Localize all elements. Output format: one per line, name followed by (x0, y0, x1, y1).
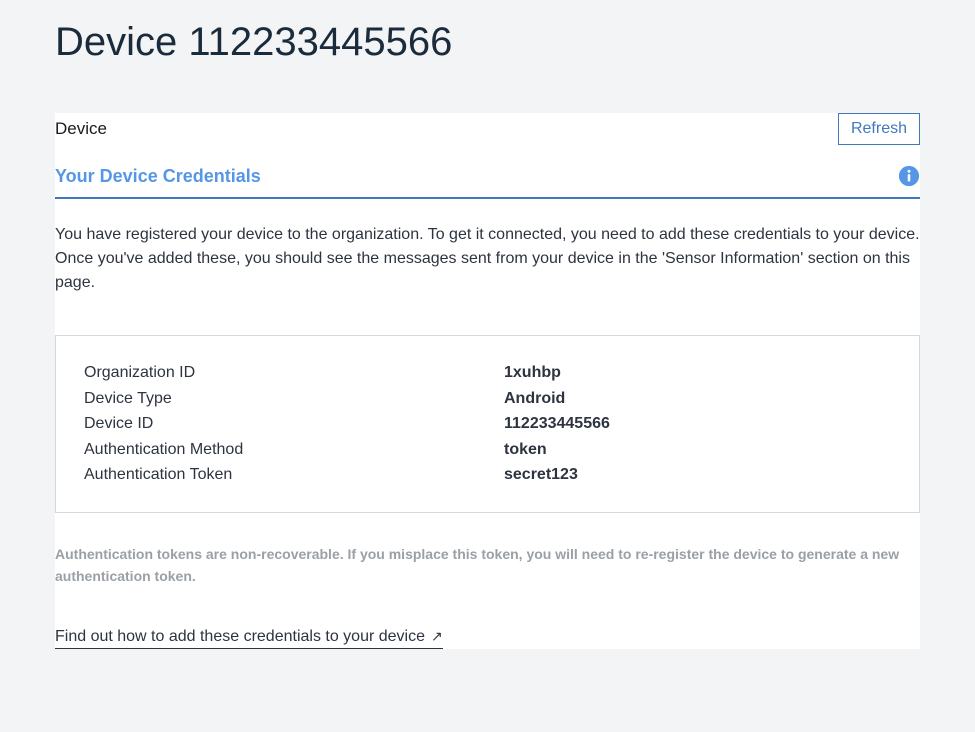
credential-label: Authentication Method (84, 437, 504, 463)
credential-label: Device Type (84, 386, 504, 412)
credential-row-auth-method: Authentication Method token (84, 437, 891, 463)
credential-value: token (504, 437, 547, 463)
section-title: Your Device Credentials (55, 166, 261, 187)
subheader-label: Device (55, 119, 107, 139)
add-credentials-link[interactable]: Find out how to add these credentials to… (55, 628, 443, 649)
credential-label: Device ID (84, 411, 504, 437)
subheader-row: Device Refresh (55, 113, 920, 145)
page-body: Device Refresh Your Device Credentials Y… (55, 113, 920, 649)
page-title: Device 112233445566 (55, 20, 920, 65)
token-warning-text: Authentication tokens are non-recoverabl… (55, 543, 920, 588)
credential-value: 112233445566 (504, 411, 610, 437)
credential-value: secret123 (504, 462, 578, 488)
credential-row-auth-token: Authentication Token secret123 (84, 462, 891, 488)
link-text: Find out how to add these credentials to… (55, 628, 425, 646)
credential-label: Organization ID (84, 360, 504, 386)
info-icon[interactable] (898, 165, 920, 187)
intro-text: You have registered your device to the o… (55, 223, 920, 295)
credential-row-org: Organization ID 1xuhbp (84, 360, 891, 386)
credentials-box: Organization ID 1xuhbp Device Type Andro… (55, 335, 920, 513)
section-header: Your Device Credentials (55, 165, 920, 199)
credential-value: 1xuhbp (504, 360, 561, 386)
refresh-button[interactable]: Refresh (838, 113, 920, 145)
external-link-icon: ↗ (431, 628, 443, 645)
credential-row-id: Device ID 112233445566 (84, 411, 891, 437)
credential-label: Authentication Token (84, 462, 504, 488)
credential-row-type: Device Type Android (84, 386, 891, 412)
credential-value: Android (504, 386, 565, 412)
